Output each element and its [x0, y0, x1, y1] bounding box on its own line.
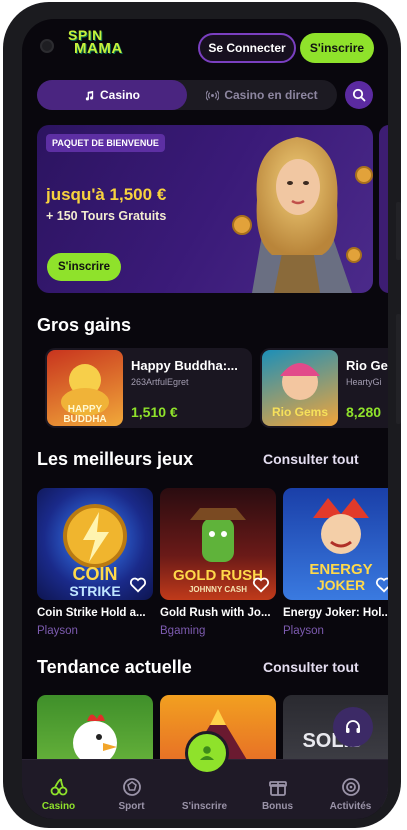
game-thumbnail: Rio Gems — [262, 350, 338, 426]
music-note-icon — [85, 90, 94, 100]
live-signal-icon — [206, 89, 220, 101]
promo-badge: PAQUET DE BIENVENUE — [46, 134, 165, 152]
promo-character-illustration — [232, 137, 373, 293]
volume-button — [396, 314, 401, 424]
energy-joker-art: ENERGY JOKER — [309, 498, 373, 593]
tab-casino-label: Casino — [99, 88, 140, 102]
phone-frame: SPIN MAMA Se Connecter S'inscrire Casino… — [3, 2, 401, 828]
gift-icon — [268, 781, 287, 796]
category-tabs: Casino Casino en direct — [37, 80, 337, 110]
tab-live-label: Casino en direct — [224, 88, 318, 102]
target-icon — [341, 778, 360, 796]
tab-live-casino[interactable]: Casino en direct — [187, 80, 337, 110]
rio-gems-thumbnail-art: Rio Gems — [272, 363, 328, 419]
svg-text:JOKER: JOKER — [317, 577, 365, 593]
win-amount: 1,510 € — [131, 404, 178, 420]
svg-text:Rio Gems: Rio Gems — [272, 405, 328, 419]
welcome-promo-banner[interactable]: PAQUET DE BIENVENUE jusqu'à 1,500 € + 15… — [37, 125, 373, 293]
spinmama-logo[interactable]: SPIN MAMA — [68, 28, 138, 63]
win-username: 263ArtfulEgret — [131, 377, 189, 387]
nav-signup-circle-button[interactable] — [185, 731, 229, 775]
favorite-heart-icon[interactable] — [252, 576, 270, 594]
nav-label: Activités — [329, 801, 372, 812]
nav-item-activities[interactable]: Activités — [314, 760, 387, 819]
buddha-thumbnail-art: HAPPY BUDDHA — [61, 364, 109, 425]
game-tile-gold-rush[interactable]: GOLD RUSH JOHNNY CASH — [160, 488, 276, 600]
nav-label: Casino — [41, 801, 76, 812]
cherries-icon — [50, 778, 67, 796]
ball-icon — [122, 778, 141, 796]
logo-line-2: MAMA — [74, 40, 123, 57]
big-win-card[interactable]: Rio Gems Rio Ge HeartyGi 8,280 — [260, 348, 388, 428]
game-tile-coin-strike[interactable]: COIN STRIKE — [37, 488, 153, 600]
best-games-heading: Les meilleurs jeux — [37, 449, 194, 469]
login-button[interactable]: Se Connecter — [198, 33, 296, 63]
tab-casino[interactable]: Casino — [37, 80, 187, 110]
promo-title: jusqu'à 1,500 € — [46, 185, 167, 204]
win-game-title: Happy Buddha:... — [131, 358, 238, 373]
big-wins-heading: Gros gains — [37, 315, 132, 335]
best-games-see-all-link[interactable]: Consulter tout — [263, 451, 359, 467]
game-provider: Bgaming — [160, 625, 206, 637]
svg-text:COIN: COIN — [73, 564, 118, 584]
nav-item-casino[interactable]: Casino — [22, 760, 95, 819]
svg-text:STRIKE: STRIKE — [69, 583, 120, 599]
nav-item-sport[interactable]: Sport — [95, 760, 168, 819]
game-name: Coin Strike Hold a... — [37, 607, 146, 619]
nav-label: Bonus — [261, 801, 294, 812]
big-win-card[interactable]: HAPPY BUDDHA Happy Buddha:... 263ArtfulE… — [45, 348, 252, 428]
game-name: Energy Joker: Hol... — [283, 607, 388, 619]
game-tile-energy-joker[interactable]: ENERGY JOKER — [283, 488, 388, 600]
win-amount: 8,280 — [346, 404, 382, 420]
next-banner-peek[interactable] — [379, 125, 388, 293]
power-button — [396, 202, 401, 260]
nav-label: S'inscrire — [181, 801, 228, 812]
promo-subtitle: + 150 Tours Gratuits — [46, 209, 167, 223]
favorite-heart-icon[interactable] — [375, 576, 388, 594]
search-button[interactable] — [345, 81, 373, 109]
search-icon — [352, 88, 366, 102]
svg-text:ENERGY: ENERGY — [309, 561, 372, 578]
game-thumbnail: HAPPY BUDDHA — [47, 350, 123, 426]
favorite-heart-icon[interactable] — [129, 576, 147, 594]
headset-icon — [346, 720, 360, 733]
app-screen: SPIN MAMA Se Connecter S'inscrire Casino… — [22, 19, 388, 819]
trending-see-all-link[interactable]: Consulter tout — [263, 659, 359, 675]
game-name: Gold Rush with Jo... — [160, 607, 271, 619]
svg-text:BUDDHA: BUDDHA — [63, 414, 106, 425]
trending-heading: Tendance actuelle — [37, 657, 192, 677]
win-username: HeartyGi — [346, 377, 382, 387]
camera-cutout — [40, 39, 54, 53]
support-chat-button[interactable] — [333, 707, 373, 747]
promo-signup-button[interactable]: S'inscrire — [47, 253, 121, 281]
win-game-title: Rio Ge — [346, 358, 388, 373]
signup-button[interactable]: S'inscrire — [300, 33, 374, 63]
svg-text:JOHNNY CASH: JOHNNY CASH — [189, 585, 247, 594]
user-icon — [200, 746, 214, 760]
svg-text:GOLD RUSH: GOLD RUSH — [173, 567, 263, 584]
game-provider: Playson — [283, 625, 324, 637]
nav-item-bonus[interactable]: Bonus — [241, 760, 314, 819]
game-provider: Playson — [37, 625, 78, 637]
nav-label: Sport — [118, 801, 145, 812]
